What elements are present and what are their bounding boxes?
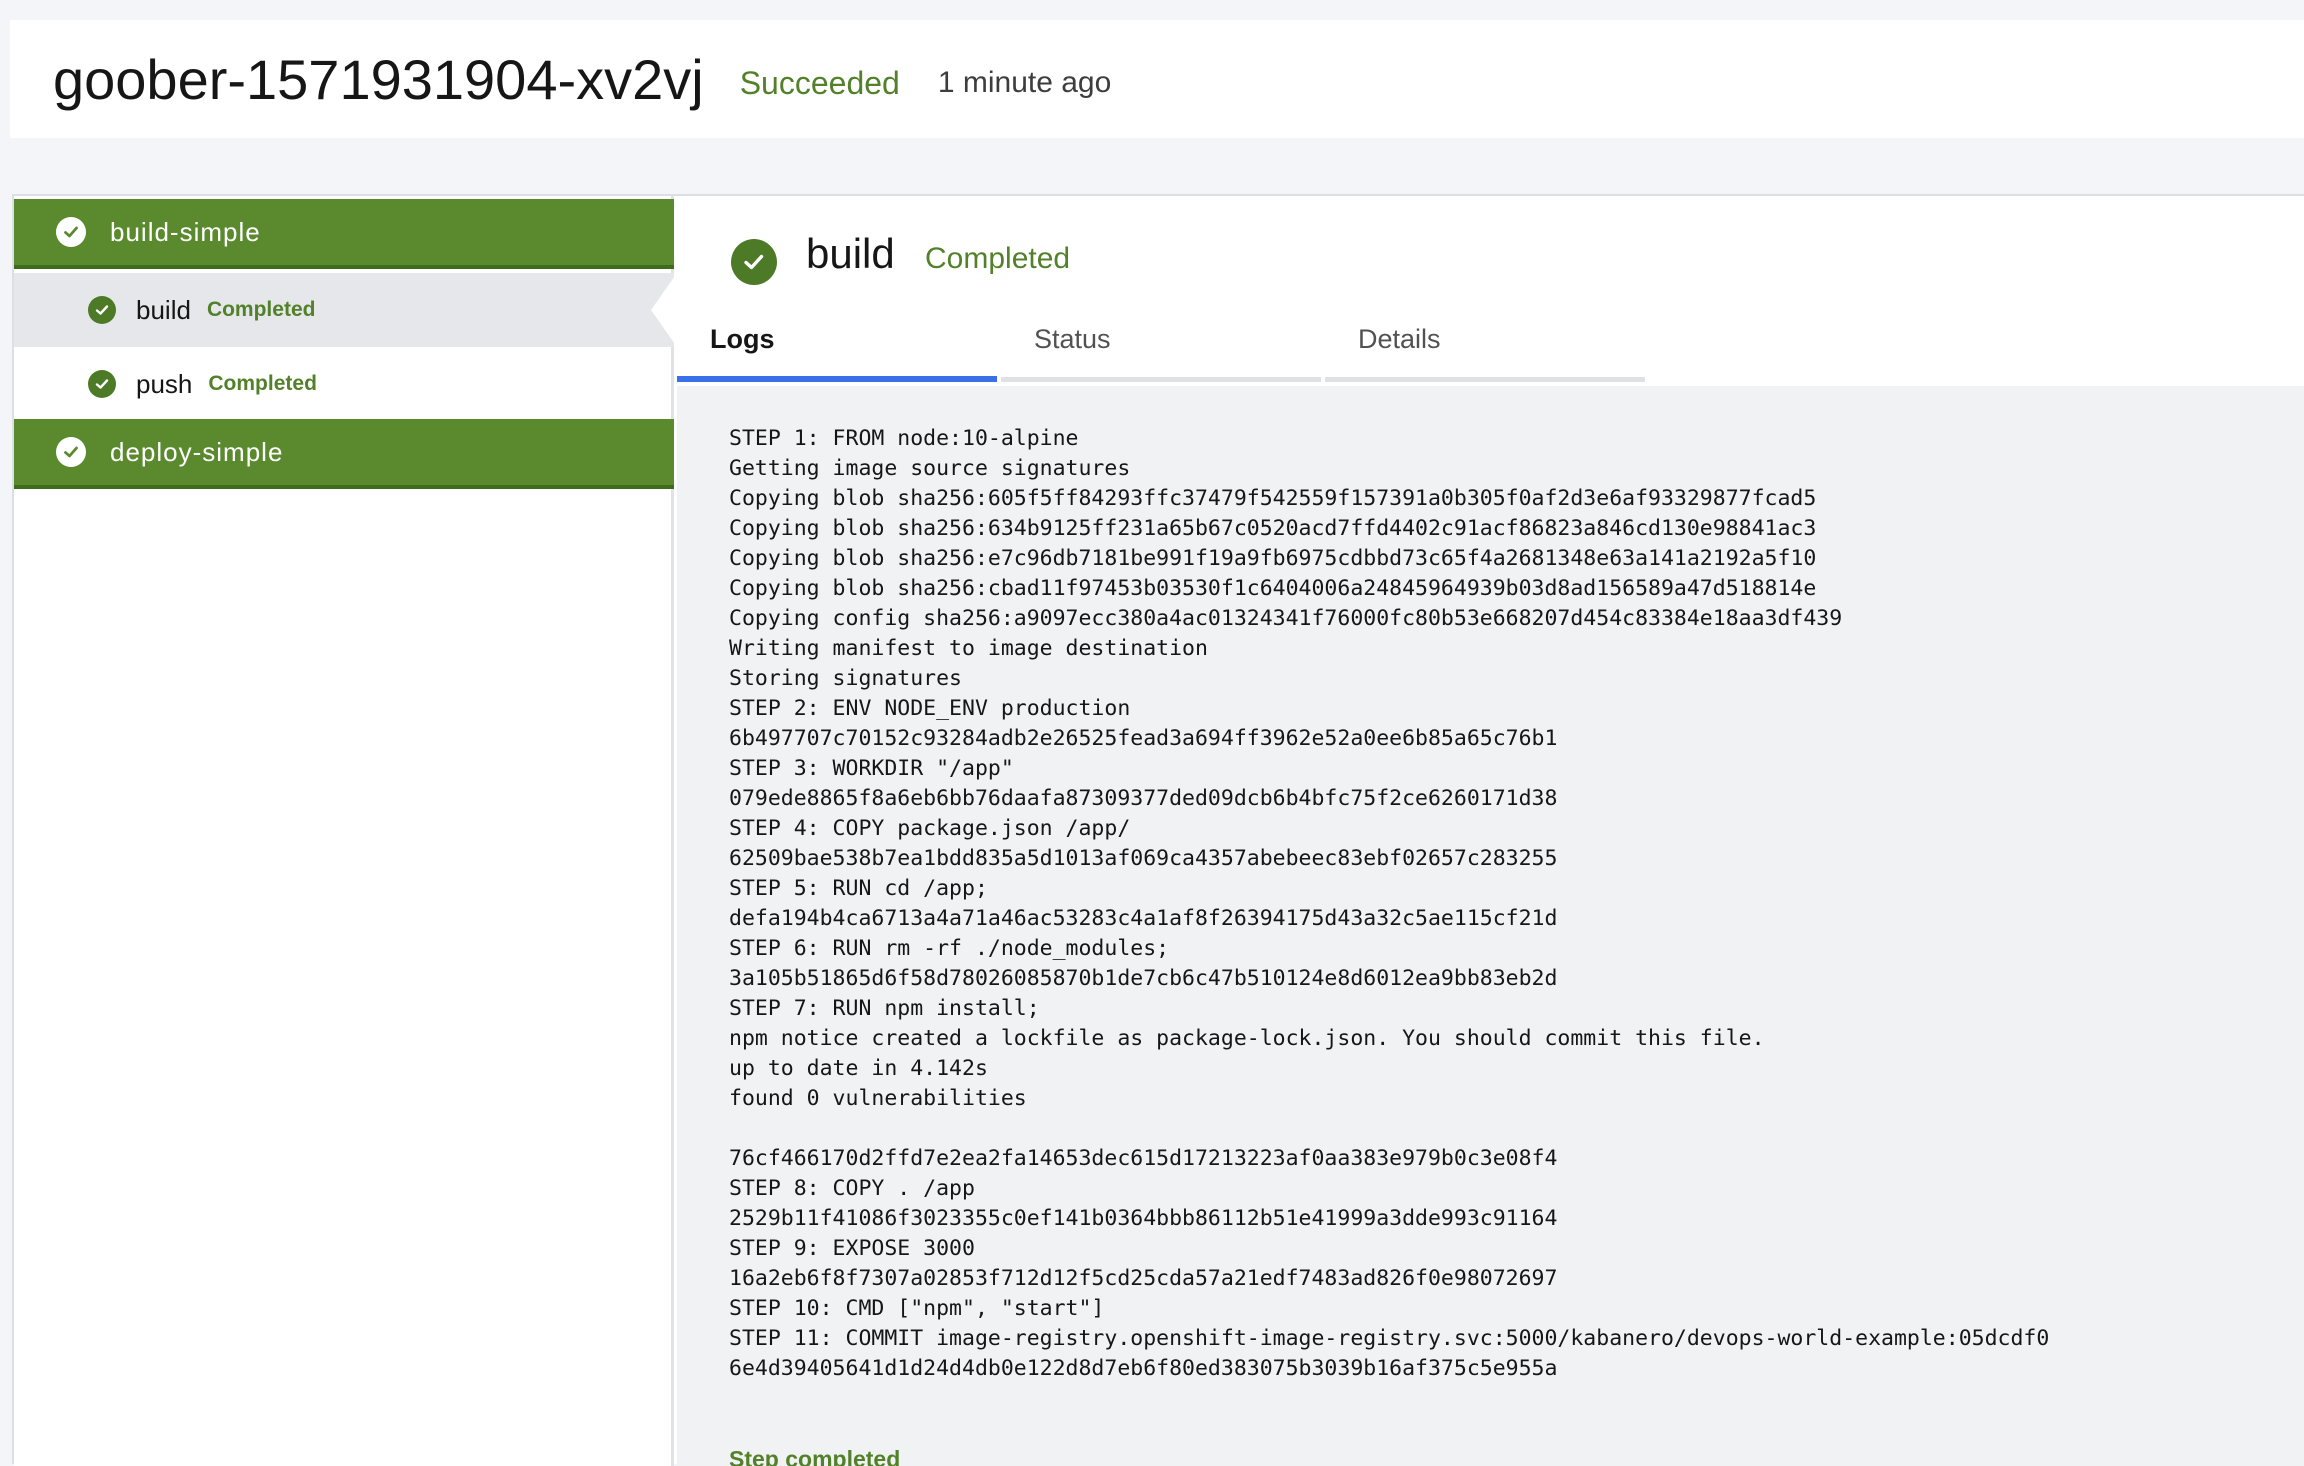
- log-line: 3a105b51865d6f58d78026085870b1de7cb6c47b…: [729, 966, 1558, 991]
- log-line: 2529b11f41086f3023355c0ef141b0364bbb8611…: [729, 1206, 1558, 1231]
- tab-details[interactable]: Details: [1325, 316, 1645, 382]
- log-lines: STEP 1: FROM node:10-alpine Getting image…: [729, 424, 2304, 1384]
- run-status: Succeeded: [739, 64, 900, 101]
- log-line: Copying blob sha256:cbad11f97453b03530f1…: [729, 576, 1817, 601]
- log-line: found 0 vulnerabilities: [729, 1086, 1027, 1111]
- check-circle-icon: [731, 239, 777, 285]
- selection-notch: [651, 273, 677, 347]
- log-line: Copying blob sha256:634b9125ff231a65b67c…: [729, 516, 1817, 541]
- step-build[interactable]: build Completed: [14, 273, 677, 347]
- log-line: STEP 4: COPY package.json /app/: [729, 816, 1131, 841]
- log-line: STEP 3: WORKDIR "/app": [729, 756, 1014, 781]
- log-output[interactable]: STEP 1: FROM node:10-alpine Getting image…: [677, 386, 2304, 1466]
- log-line: Copying blob sha256:605f5ff84293ffc37479…: [729, 486, 1817, 511]
- log-line: STEP 7: RUN npm install;: [729, 996, 1040, 1021]
- log-line: 6e4d39405641d1d24d4db0e122d8d7eb6f80ed38…: [729, 1356, 1558, 1381]
- step-completed-message: Step completed: [729, 1446, 901, 1466]
- step-title-status: Completed: [925, 242, 1071, 275]
- log-line: STEP 1: FROM node:10-alpine: [729, 426, 1079, 451]
- tab-list: Logs Status Details: [677, 316, 1649, 382]
- task-label: build-simple: [110, 216, 261, 247]
- log-line: defa194b4ca6713a4a71a46ac53283c4a1af8f26…: [729, 906, 1558, 931]
- step-title: build: [806, 230, 895, 277]
- log-line: STEP 6: RUN rm -rf ./node_modules;: [729, 936, 1170, 961]
- check-circle-icon: [56, 217, 86, 247]
- log-line: Getting image source signatures: [729, 456, 1131, 481]
- log-line: STEP 2: ENV NODE_ENV production: [729, 696, 1131, 721]
- log-line: STEP 11: COMMIT image-registry.openshift…: [729, 1326, 2050, 1351]
- log-line: 16a2eb6f8f7307a02853f712d12f5cd25cda57a2…: [729, 1266, 1558, 1291]
- log-line: STEP 8: COPY . /app: [729, 1176, 975, 1201]
- step-details-panel: build Completed Logs Status Details STEP…: [677, 196, 2304, 1466]
- task-tree-sidebar: build-simple build Completed push Comple…: [14, 196, 677, 1466]
- tab-logs[interactable]: Logs: [677, 316, 997, 382]
- run-time: 1 minute ago: [937, 66, 1112, 99]
- task-build-simple[interactable]: build-simple: [14, 199, 674, 269]
- main-container: build-simple build Completed push Comple…: [12, 194, 2304, 1466]
- log-line: npm notice created a lockfile as package…: [729, 1026, 1765, 1051]
- step-status: Completed: [208, 372, 317, 395]
- tab-status[interactable]: Status: [1001, 316, 1321, 382]
- check-circle-icon: [88, 370, 116, 398]
- step-label: push: [136, 368, 193, 399]
- log-line: STEP 9: EXPOSE 3000: [729, 1236, 975, 1261]
- task-label: deploy-simple: [110, 436, 284, 467]
- task-deploy-simple[interactable]: deploy-simple: [14, 419, 674, 489]
- run-header: goober-1571931904-xv2vj Succeeded 1 minu…: [10, 20, 2304, 138]
- run-name: goober-1571931904-xv2vj: [53, 47, 704, 111]
- step-label: build: [136, 294, 191, 325]
- check-circle-icon: [88, 296, 116, 324]
- step-status: Completed: [206, 298, 316, 321]
- log-line: 6b497707c70152c93284adb2e26525fead3a694f…: [729, 726, 1558, 751]
- log-line: STEP 5: RUN cd /app;: [729, 876, 988, 901]
- step-push[interactable]: push Completed: [14, 347, 674, 421]
- log-line: 62509bae538b7ea1bdd835a5d1013af069ca4357…: [729, 846, 1558, 871]
- log-line: up to date in 4.142s: [729, 1056, 988, 1081]
- check-circle-icon: [56, 437, 86, 467]
- log-line: 76cf466170d2ffd7e2ea2fa14653dec615d17213…: [729, 1146, 1558, 1171]
- log-line: Copying blob sha256:e7c96db7181be991f19a…: [729, 546, 1817, 571]
- log-line: Copying config sha256:a9097ecc380a4ac013…: [729, 606, 1843, 631]
- log-line: STEP 10: CMD ["npm", "start"]: [729, 1296, 1105, 1321]
- log-line: Writing manifest to image destination: [729, 636, 1208, 661]
- step-header: build Completed Logs Status Details: [677, 196, 2304, 386]
- log-line: Storing signatures: [729, 666, 962, 691]
- log-line: 079ede8865f8a6eb6bb76daafa87309377ded09d…: [729, 786, 1558, 811]
